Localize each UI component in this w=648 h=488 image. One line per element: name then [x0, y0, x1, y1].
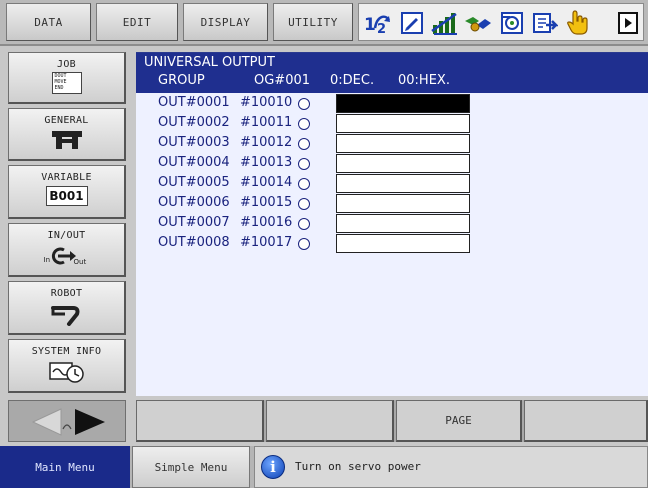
edit-lock-icon [399, 10, 425, 36]
svg-text:1: 1 [364, 15, 376, 35]
output-value-field[interactable] [336, 234, 470, 253]
sidebar-item-job[interactable]: JOB DOUT MOVE END [8, 52, 126, 104]
output-value-field[interactable] [336, 174, 470, 193]
page-title: UNIVERSAL OUTPUT [144, 55, 275, 70]
output-value-field[interactable] [336, 114, 470, 133]
output-address: #10010 [240, 95, 293, 110]
sidebar-item-general[interactable]: GENERAL [8, 108, 126, 161]
menu-tab-data[interactable]: DATA [6, 3, 91, 41]
output-address: #10015 [240, 195, 293, 210]
output-value-field[interactable] [336, 134, 470, 153]
menu-tab-display[interactable]: DISPLAY [183, 3, 268, 41]
sidebar-item-robot[interactable]: ROBOT [8, 281, 126, 335]
top-menu-bar: DATA EDIT DISPLAY UTILITY 1 2 [0, 0, 648, 46]
function-key-bar: PAGE [136, 400, 648, 442]
dec-label: 0:DEC. [330, 73, 375, 88]
signal-level-icon [431, 10, 459, 36]
system-info-icon [48, 362, 84, 383]
status-icon-strip: 1 2 [358, 3, 644, 41]
page-button[interactable]: PAGE [396, 400, 522, 442]
output-name: OUT#0008 [158, 235, 230, 250]
table-row: OUT#0006 #10015 [136, 194, 648, 214]
job-document-icon: DOUT MOVE END [51, 72, 82, 94]
output-status-circle[interactable] [298, 198, 310, 210]
table-row: OUT#0008 #10017 [136, 234, 648, 254]
output-name: OUT#0002 [158, 115, 230, 130]
output-name: OUT#0007 [158, 215, 230, 230]
sidebar-item-inout[interactable]: IN/OUT In Out [8, 223, 126, 277]
coordinate-tool-icon [463, 10, 493, 36]
output-name: OUT#0006 [158, 195, 230, 210]
variable-badge: B001 [45, 186, 88, 206]
output-value-field[interactable] [336, 214, 470, 233]
hand-pointer-icon [565, 10, 589, 36]
inout-arrow-icon: In Out [42, 242, 92, 268]
svg-text:2: 2 [377, 22, 386, 36]
info-icon: i [261, 455, 285, 479]
group-value: OG#001 [254, 73, 311, 88]
output-address: #10014 [240, 175, 293, 190]
arrow-left-icon[interactable] [31, 408, 62, 436]
arrow-right-icon[interactable] [75, 409, 105, 435]
output-value-field[interactable] [336, 94, 470, 113]
output-status-circle[interactable] [298, 178, 310, 190]
output-value-field[interactable] [336, 154, 470, 173]
output-value-field[interactable] [336, 194, 470, 213]
robot-arm-icon [50, 306, 79, 326]
main-menu-button[interactable]: Main Menu [0, 446, 130, 488]
output-status-circle[interactable] [298, 218, 310, 230]
message-area: i Turn on servo power [254, 446, 648, 488]
general-tool-icon [51, 131, 82, 149]
table-row: OUT#0002 #10011 [136, 114, 648, 134]
function-key-2[interactable] [266, 400, 394, 442]
output-address: #10011 [240, 115, 293, 130]
panel-header: UNIVERSAL OUTPUT GROUP OG#001 0:DEC. 00:… [136, 53, 648, 93]
output-name: OUT#0003 [158, 135, 230, 150]
table-row: OUT#0001 #10010 [136, 94, 648, 114]
group-label: GROUP [158, 73, 205, 88]
output-address: #10016 [240, 215, 293, 230]
bottom-status-bar: Main Menu Simple Menu i Turn on servo po… [0, 446, 648, 488]
output-status-circle[interactable] [298, 98, 310, 110]
sidebar-item-label: SYSTEM INFO [31, 346, 102, 357]
output-status-circle[interactable] [298, 118, 310, 130]
output-name: OUT#0005 [158, 175, 230, 190]
output-status-circle[interactable] [298, 238, 310, 250]
table-row: OUT#0003 #10012 [136, 134, 648, 154]
sidebar-item-label: GENERAL [44, 115, 89, 126]
sidebar-item-system-info[interactable]: SYSTEM INFO [8, 339, 126, 393]
menu-tab-edit[interactable]: EDIT [96, 3, 178, 41]
universal-output-panel: UNIVERSAL OUTPUT GROUP OG#001 0:DEC. 00:… [136, 52, 648, 396]
table-row: OUT#0007 #10016 [136, 214, 648, 234]
output-name: OUT#0001 [158, 95, 230, 110]
output-status-circle[interactable] [298, 138, 310, 150]
page-arrow-keys [8, 400, 126, 442]
menu-tab-utility[interactable]: UTILITY [273, 3, 353, 41]
simple-menu-button[interactable]: Simple Menu [132, 446, 250, 488]
function-key-4[interactable] [524, 400, 648, 442]
table-row: OUT#0005 #10014 [136, 174, 648, 194]
play-step-icon [531, 10, 559, 36]
output-address: #10017 [240, 235, 293, 250]
teach-mode-icon: 1 2 [363, 10, 393, 36]
output-address: #10013 [240, 155, 293, 170]
sidebar-item-label: VARIABLE [41, 172, 92, 183]
page-next-icon[interactable] [617, 10, 639, 36]
table-row: OUT#0004 #10013 [136, 154, 648, 174]
status-message: Turn on servo power [295, 460, 421, 473]
servo-status-icon [499, 10, 525, 36]
sidebar-item-label: JOB [57, 59, 76, 70]
sidebar-item-variable[interactable]: VARIABLE B001 [8, 165, 126, 219]
output-status-circle[interactable] [298, 158, 310, 170]
output-name: OUT#0004 [158, 155, 230, 170]
output-address: #10012 [240, 135, 293, 150]
hex-label: 00:HEX. [398, 73, 450, 88]
function-key-1[interactable] [136, 400, 264, 442]
sidebar-item-label: IN/OUT [47, 230, 86, 241]
sidebar-item-label: ROBOT [50, 288, 83, 299]
